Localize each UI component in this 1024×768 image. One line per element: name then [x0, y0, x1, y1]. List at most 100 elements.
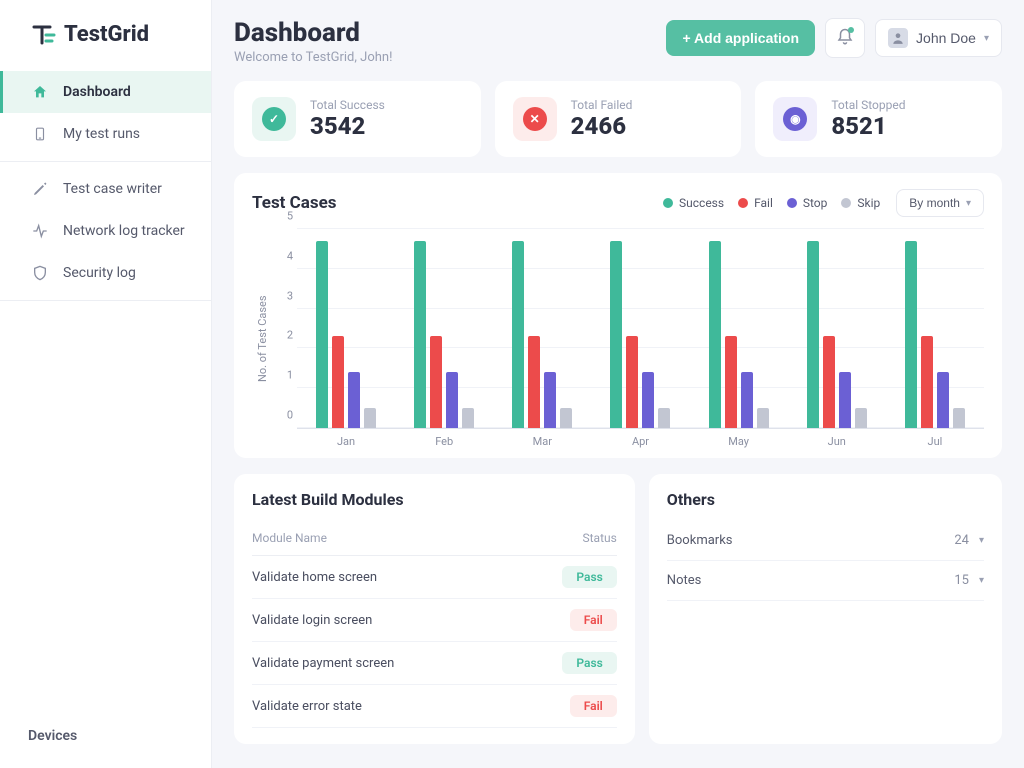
modules-card: Latest Build Modules Module Name Status … — [234, 474, 635, 744]
bottom-row: Latest Build Modules Module Name Status … — [234, 474, 1002, 744]
main-content: Dashboard Welcome to TestGrid, John! + A… — [212, 0, 1024, 768]
others-title: Others — [667, 490, 984, 509]
chart-card: Test Cases Success Fail Stop Skip By mon… — [234, 173, 1002, 458]
chart-ytick: 0 — [277, 409, 293, 422]
user-menu-button[interactable]: John Doe ▾ — [875, 19, 1002, 57]
chart-bar — [446, 372, 458, 428]
chart-bar — [560, 408, 572, 428]
chart-bar-group — [602, 229, 678, 428]
chart-bar-group — [406, 229, 482, 428]
chart-bar-group — [799, 229, 875, 428]
sidebar-footer-devices[interactable]: Devices — [0, 704, 211, 768]
chart-bar — [921, 336, 933, 428]
others-card: Others Bookmarks24▾ Notes 15 ▾ — [649, 474, 1002, 744]
others-count: 15 — [954, 573, 969, 588]
col-module-name: Module Name — [252, 531, 327, 545]
stat-card-stopped: ◉ Total Stopped 8521 — [755, 81, 1002, 157]
chart-bar — [512, 241, 524, 428]
check-circle-icon: ✓ — [252, 97, 296, 141]
module-row[interactable]: Validate error stateFail — [252, 685, 617, 728]
chart-bar — [544, 372, 556, 428]
notifications-button[interactable] — [825, 18, 865, 58]
notification-dot-icon — [848, 27, 854, 33]
chart-legend: Success Fail Stop Skip — [663, 196, 880, 210]
sidebar-footer-label: Devices — [28, 728, 77, 744]
status-badge: Fail — [570, 609, 617, 631]
chart-bar — [364, 408, 376, 428]
chart-xtick: Mar — [512, 435, 572, 448]
chart-bar — [741, 372, 753, 428]
status-badge: Pass — [562, 566, 616, 588]
chart-bar-group — [897, 229, 973, 428]
sidebar-item-label: Network log tracker — [63, 223, 185, 239]
sidebar-item-test-runs[interactable]: My test runs — [0, 113, 211, 155]
chart-xtick: Apr — [610, 435, 670, 448]
others-label: Bookmarks — [667, 533, 733, 548]
module-name: Validate home screen — [252, 570, 377, 585]
stat-value: 2466 — [571, 112, 633, 140]
brand-name: TestGrid — [64, 22, 149, 47]
x-circle-icon: ✕ — [513, 97, 557, 141]
chart-xtick: Jun — [807, 435, 867, 448]
chart-plot: 012345 JanFebMarAprMayJunJul — [273, 229, 984, 448]
chart-xaxis: JanFebMarAprMayJunJul — [297, 435, 984, 448]
page-subtitle: Welcome to TestGrid, John! — [234, 50, 392, 65]
chart-ytick: 1 — [277, 369, 293, 382]
chevron-down-icon: ▾ — [979, 575, 984, 586]
chart-body: No. of Test Cases 012345 JanFebMarAprMay… — [252, 229, 984, 448]
sidebar: TestGrid Dashboard My test runs Test cas… — [0, 0, 212, 768]
add-application-button[interactable]: + Add application — [666, 20, 815, 56]
chart-bar — [430, 336, 442, 428]
sidebar-item-network-log[interactable]: Network log tracker — [0, 210, 211, 252]
legend-item-skip: Skip — [841, 196, 880, 210]
others-row[interactable]: Bookmarks24▾ — [667, 521, 984, 561]
sidebar-item-test-case-writer[interactable]: Test case writer — [0, 168, 211, 210]
chart-bar — [839, 372, 851, 428]
stat-card-success: ✓ Total Success 3542 — [234, 81, 481, 157]
chart-ytick: 2 — [277, 329, 293, 342]
pen-icon — [31, 180, 49, 198]
home-icon — [31, 83, 49, 101]
chart-header: Test Cases Success Fail Stop Skip By mon… — [252, 189, 984, 217]
chart-bar — [332, 336, 344, 428]
chart-bar — [658, 408, 670, 428]
others-row[interactable]: Notes 15 ▾ — [667, 561, 984, 601]
others-label: Notes — [667, 573, 702, 588]
status-badge: Pass — [562, 652, 616, 674]
stat-card-failed: ✕ Total Failed 2466 — [495, 81, 742, 157]
header-actions: + Add application John Doe ▾ — [666, 18, 1002, 58]
chart-bar — [414, 241, 426, 428]
chevron-down-icon: ▾ — [966, 198, 971, 209]
chart-bar — [937, 372, 949, 428]
chart-bar — [953, 408, 965, 428]
stop-circle-icon: ◉ — [773, 97, 817, 141]
chevron-down-icon: ▾ — [979, 535, 984, 546]
module-row[interactable]: Validate home screen Pass — [252, 556, 617, 599]
chart-bar-group — [701, 229, 777, 428]
chart-period-select[interactable]: By month ▾ — [896, 189, 984, 217]
chart-bar — [807, 241, 819, 428]
chart-ytick: 3 — [277, 289, 293, 302]
sidebar-item-dashboard[interactable]: Dashboard — [0, 71, 211, 113]
col-status: Status — [582, 531, 616, 545]
legend-item-stop: Stop — [787, 196, 828, 210]
chart-bar — [626, 336, 638, 428]
chart-bar — [348, 372, 360, 428]
status-badge: Fail — [570, 695, 617, 717]
sidebar-item-label: My test runs — [63, 126, 140, 142]
chart-bar — [642, 372, 654, 428]
chart-xtick: Jul — [905, 435, 965, 448]
chart-bar — [316, 241, 328, 428]
page-title-block: Dashboard Welcome to TestGrid, John! — [234, 18, 392, 65]
module-row[interactable]: Validate payment screenPass — [252, 642, 617, 685]
module-name: Validate login screen — [252, 613, 372, 628]
chart-xtick: Jan — [316, 435, 376, 448]
page-title: Dashboard — [234, 18, 392, 48]
chart-xtick: Feb — [414, 435, 474, 448]
chart-ytick: 5 — [277, 210, 293, 223]
activity-icon — [31, 222, 49, 240]
sidebar-item-security-log[interactable]: Security log — [0, 252, 211, 294]
module-row[interactable]: Validate login screen Fail — [252, 599, 617, 642]
chart-ylabel: No. of Test Cases — [252, 229, 273, 448]
legend-item-fail: Fail — [738, 196, 773, 210]
